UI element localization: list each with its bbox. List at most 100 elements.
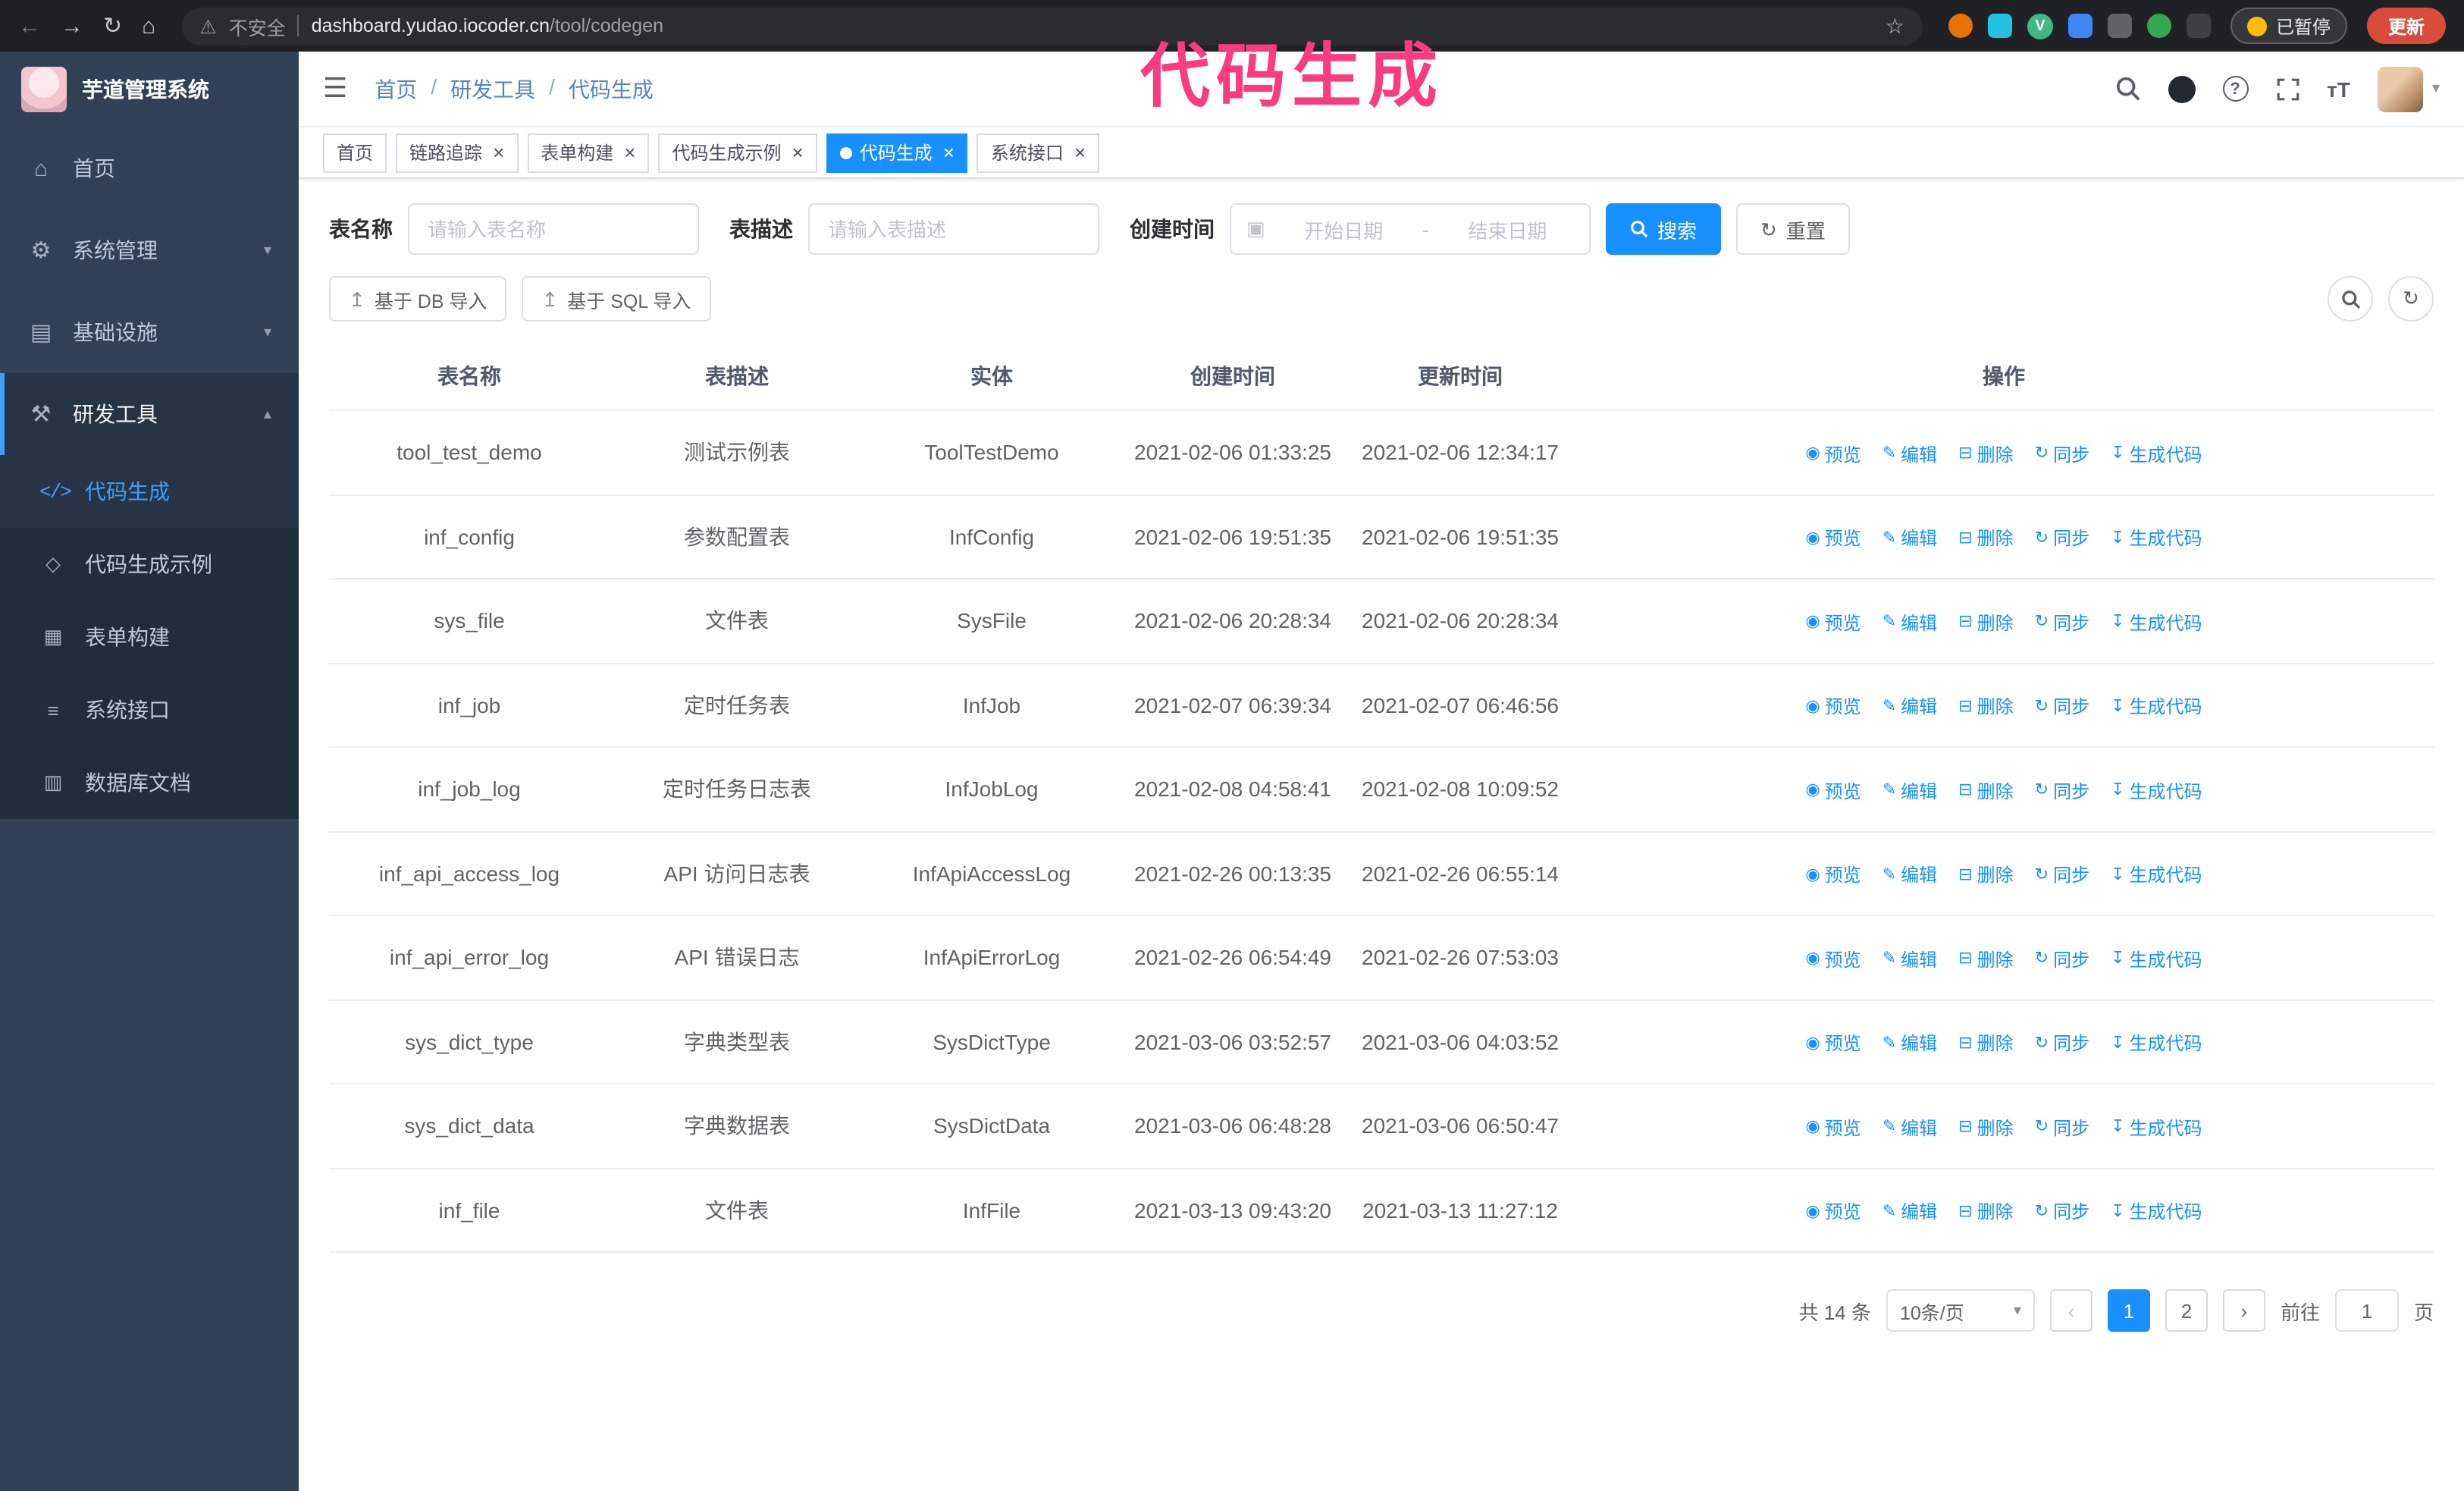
paused-badge[interactable]: 已暂停: [2230, 8, 2347, 44]
generate-code-link[interactable]: ↧ 生成代码: [2111, 859, 2202, 892]
tab-home[interactable]: 首页: [323, 133, 387, 172]
table-name-input[interactable]: [408, 203, 699, 255]
generate-code-link[interactable]: ↧ 生成代码: [2111, 1111, 2202, 1144]
url-text[interactable]: dashboard.yudao.iocoder.cn/tool/codegen: [312, 15, 663, 36]
preview-link[interactable]: ◉ 预览: [1805, 1111, 1861, 1144]
import-db-button[interactable]: ↥ 基于 DB 导入: [329, 276, 507, 322]
tab-form-builder[interactable]: 表单构建 ×: [527, 133, 650, 172]
toggle-search-button[interactable]: [2328, 276, 2373, 322]
sidebar-item-api[interactable]: ≡ 系统接口: [0, 673, 299, 746]
extension-icon-2[interactable]: [1987, 14, 2012, 38]
sync-link[interactable]: ↻ 同步: [2035, 943, 2089, 976]
delete-link[interactable]: ⊟ 删除: [1958, 859, 2013, 892]
delete-link[interactable]: ⊟ 删除: [1958, 1195, 2013, 1229]
preview-link[interactable]: ◉ 预览: [1805, 438, 1861, 471]
table-desc-input[interactable]: [808, 203, 1099, 255]
delete-link[interactable]: ⊟ 删除: [1958, 438, 2013, 471]
edit-link[interactable]: ✎ 编辑: [1882, 1195, 1937, 1229]
close-icon[interactable]: ×: [943, 143, 955, 162]
security-label[interactable]: 不安全: [229, 11, 286, 40]
edit-link[interactable]: ✎ 编辑: [1882, 438, 1937, 471]
generate-code-link[interactable]: ↧ 生成代码: [2111, 606, 2202, 639]
preview-link[interactable]: ◉ 预览: [1805, 522, 1861, 555]
sync-link[interactable]: ↻ 同步: [2035, 1195, 2089, 1229]
hamburger-icon[interactable]: ☰: [323, 73, 347, 105]
delete-link[interactable]: ⊟ 删除: [1958, 1027, 2013, 1060]
sidebar-item-home[interactable]: ⌂ 首页: [0, 127, 299, 209]
close-icon[interactable]: ×: [792, 143, 804, 162]
close-icon[interactable]: ×: [493, 143, 504, 162]
sync-link[interactable]: ↻ 同步: [2035, 1027, 2089, 1060]
preview-link[interactable]: ◉ 预览: [1805, 859, 1861, 892]
generate-code-link[interactable]: ↧ 生成代码: [2111, 774, 2202, 808]
tab-api[interactable]: 系统接口 ×: [977, 133, 1100, 172]
browser-back-icon[interactable]: ←: [18, 13, 41, 39]
import-sql-button[interactable]: ↥ 基于 SQL 导入: [522, 276, 711, 322]
delete-link[interactable]: ⊟ 删除: [1958, 1111, 2013, 1144]
delete-link[interactable]: ⊟ 删除: [1958, 943, 2013, 976]
generate-code-link[interactable]: ↧ 生成代码: [2111, 690, 2202, 724]
edit-link[interactable]: ✎ 编辑: [1882, 606, 1937, 639]
tab-codegen-example[interactable]: 代码生成示例 ×: [658, 133, 817, 172]
date-end-placeholder[interactable]: 结束日期: [1441, 215, 1574, 243]
sync-link[interactable]: ↻ 同步: [2035, 606, 2089, 639]
browser-forward-icon[interactable]: →: [61, 13, 83, 39]
prev-page-button[interactable]: ‹: [2049, 1289, 2093, 1332]
preview-link[interactable]: ◉ 预览: [1805, 1195, 1861, 1229]
sidebar-item-codegen[interactable]: </> 代码生成: [0, 455, 299, 528]
next-page-button[interactable]: ›: [2222, 1289, 2265, 1332]
page-button-2[interactable]: 2: [2165, 1289, 2208, 1332]
sync-link[interactable]: ↻ 同步: [2035, 1111, 2089, 1144]
date-start-placeholder[interactable]: 开始日期: [1277, 215, 1410, 243]
delete-link[interactable]: ⊟ 删除: [1958, 774, 2013, 808]
close-icon[interactable]: ×: [624, 143, 635, 162]
address-bar[interactable]: ⚠ 不安全 dashboard.yudao.iocoder.cn/tool/co…: [181, 7, 1923, 45]
edit-link[interactable]: ✎ 编辑: [1882, 690, 1937, 724]
edit-link[interactable]: ✎ 编辑: [1882, 1111, 1937, 1144]
generate-code-link[interactable]: ↧ 生成代码: [2111, 1027, 2202, 1060]
delete-link[interactable]: ⊟ 删除: [1958, 690, 2013, 724]
sidebar-item-devtools[interactable]: ⚒ 研发工具 ▴: [0, 373, 299, 455]
generate-code-link[interactable]: ↧ 生成代码: [2111, 438, 2202, 471]
breadcrumb-devtools[interactable]: 研发工具: [450, 74, 535, 104]
refresh-table-button[interactable]: ↻: [2388, 276, 2434, 322]
help-icon[interactable]: ?: [2222, 76, 2249, 102]
bookmark-star-icon[interactable]: ☆: [1886, 13, 1904, 39]
extension-icon-4[interactable]: [2107, 14, 2132, 38]
edit-link[interactable]: ✎ 编辑: [1882, 522, 1937, 555]
tab-trace[interactable]: 链路追踪 ×: [396, 133, 519, 172]
preview-link[interactable]: ◉ 预览: [1805, 943, 1861, 976]
browser-update-button[interactable]: 更新: [2366, 8, 2446, 44]
close-icon[interactable]: ×: [1074, 143, 1086, 162]
page-size-select[interactable]: 10条/页 ▾: [1886, 1289, 2035, 1332]
sidebar-item-codegen-example[interactable]: ◇ 代码生成示例: [0, 528, 299, 601]
sidebar-item-db-doc[interactable]: ▥ 数据库文档: [0, 746, 299, 819]
github-icon[interactable]: [2168, 75, 2196, 102]
sidebar-item-form-builder[interactable]: ▦ 表单构建: [0, 601, 299, 673]
generate-code-link[interactable]: ↧ 生成代码: [2111, 522, 2202, 555]
delete-link[interactable]: ⊟ 删除: [1958, 606, 2013, 639]
fullscreen-icon[interactable]: [2275, 77, 2299, 101]
reset-button[interactable]: ↻ 重置: [1736, 203, 1850, 255]
search-icon[interactable]: [2114, 76, 2140, 102]
puzzle-extension-icon[interactable]: [2186, 14, 2211, 38]
page-button-1[interactable]: 1: [2107, 1289, 2150, 1332]
browser-home-icon[interactable]: ⌂: [142, 13, 155, 39]
sidebar-item-infra[interactable]: ▤ 基础设施 ▾: [0, 291, 299, 373]
sync-link[interactable]: ↻ 同步: [2035, 438, 2089, 471]
edit-link[interactable]: ✎ 编辑: [1882, 774, 1937, 808]
preview-link[interactable]: ◉ 预览: [1805, 1027, 1861, 1060]
tab-codegen[interactable]: 代码生成 ×: [826, 133, 968, 172]
sync-link[interactable]: ↻ 同步: [2035, 522, 2089, 555]
preview-link[interactable]: ◉ 预览: [1805, 690, 1861, 724]
goto-page-input[interactable]: [2334, 1289, 2399, 1332]
extension-icon-5[interactable]: [2146, 14, 2171, 38]
browser-reload-icon[interactable]: ↻: [103, 12, 122, 39]
font-size-icon[interactable]: тT: [2327, 77, 2350, 101]
edit-link[interactable]: ✎ 编辑: [1882, 859, 1937, 892]
extension-icon-3[interactable]: [2067, 14, 2093, 38]
delete-link[interactable]: ⊟ 删除: [1958, 522, 2013, 555]
sync-link[interactable]: ↻ 同步: [2035, 690, 2089, 724]
edit-link[interactable]: ✎ 编辑: [1882, 943, 1937, 976]
preview-link[interactable]: ◉ 预览: [1805, 774, 1861, 808]
